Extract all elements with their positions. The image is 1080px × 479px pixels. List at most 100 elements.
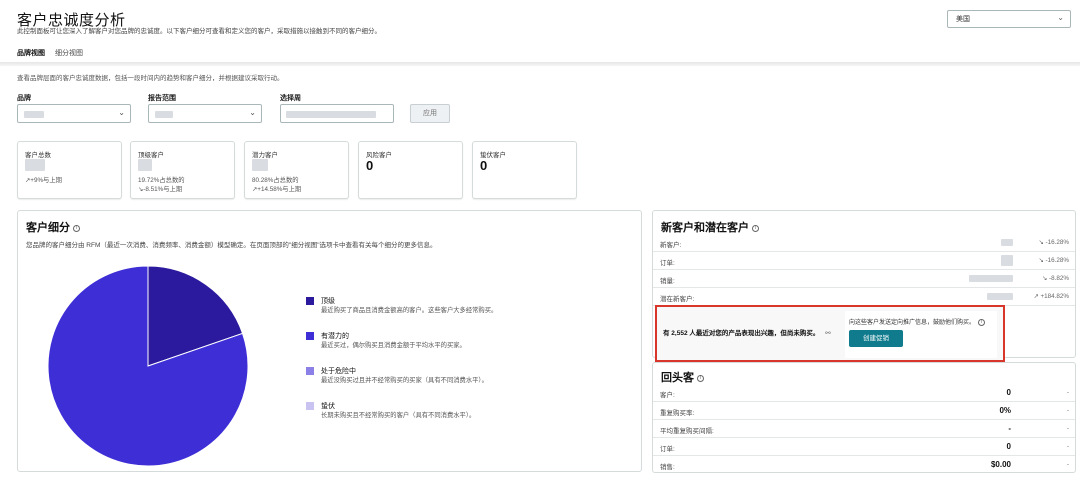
table-row: 销售: $0.00 - [653,456,1075,474]
row-value: - [1008,424,1011,433]
tab-segment-view[interactable]: 细分视图 [55,48,83,63]
info-icon[interactable]: i [697,374,704,382]
row-change: ↘ -8.82% [1042,275,1069,282]
legend-desc: 长期未购买且不经常购买的客户（具有不同消费水平）。 [321,412,476,419]
kpi-share: 19.72%占总数的 [138,177,185,184]
row-label: 新客户: [660,242,682,249]
redacted-value [987,293,1013,300]
kpi-label: 潜力客户 [252,152,278,159]
week-filter-label: 选择周 [280,95,301,102]
potential-customers-callout: 有 2,552 人最近对您的产品表现出兴趣，但尚未购买。 ⚯ 向这些客户发送定向… [655,305,1005,362]
range-filter-label: 报告范围 [148,95,176,102]
legend-desc: 最近没购买过且并不经常购买的买家（具有不同消费水平）。 [321,377,488,384]
kpi-value: 0 [480,158,488,173]
kpi-card-potential-customers: 潜力客户 80.28%占总数的 ↗+14.58%与上期 [244,141,349,199]
legend-desc: 最近买过，偶尔购买且消费金额于平均水平的买家。 [321,342,466,349]
customer-segments-panel: 客户细分 i 您品牌的客户细分由 RFM（最近一次消费、消费频率、消费金额）模型确… [17,210,642,472]
info-icon[interactable]: i [73,224,80,232]
brand-filter-label: 品牌 [17,95,31,102]
chevron-down-icon: ⌄ [249,108,256,117]
table-row: 销量: ↘ -8.82% [653,270,1075,288]
segments-pie-chart [47,265,249,467]
tab-divider [0,62,1080,66]
legend-swatch [306,332,314,340]
table-row: 重复购买率: 0% - [653,402,1075,420]
kpi-card-top-customers: 顶级客户 19.72%占总数的 ↘-8.51%与上期 [130,141,235,199]
legend-swatch [306,367,314,375]
callout-text-content: 有 2,552 人最近对您的产品表现出兴趣，但尚未购买。 [663,330,820,337]
redacted-value [969,275,1013,282]
row-change: ↘ -16.28% [1038,239,1069,246]
row-change: - [1066,389,1069,396]
kpi-value: 0 [366,158,374,173]
segments-title: 客户细分 i [26,219,80,235]
chevron-down-icon: ⌄ [1057,13,1064,22]
row-change: ↘ -16.28% [1038,257,1069,264]
redacted-value [1001,239,1013,246]
kpi-card-total-customers: 客户总数 ↗+9%与上期 [17,141,122,199]
repeat-customers-title: 回头客 i [661,369,704,385]
country-select-value: 美国 [956,16,970,23]
callout-note-text: 向这些客户发送定向推广信息，鼓励他们购买。 [849,320,976,326]
segments-title-text: 客户细分 [26,222,70,234]
kpi-card-at-risk-customers: 风险客户 0 [358,141,463,199]
row-value: 0% [999,406,1011,415]
row-change: - [1066,443,1069,450]
redacted-value [24,111,44,118]
country-select[interactable]: 美国 ⌄ [947,10,1071,28]
segments-description: 您品牌的客户细分由 RFM（最近一次消费、消费频率、消费金额）模型确定。在页面顶… [26,242,437,249]
row-change: - [1066,425,1069,432]
row-label: 潜在新客户: [660,296,695,303]
redacted-value [155,111,173,118]
info-icon[interactable]: i [752,224,759,232]
row-value: 0 [1006,442,1011,451]
repeat-customers-title-text: 回头客 [661,372,694,384]
row-label: 销量: [660,278,675,285]
kpi-share: 80.28%占总数的 [252,177,299,184]
row-value: 0 [1006,388,1011,397]
legend-desc: 最近购买了商品且消费金额高的客户。这些客户大多经常购买。 [321,307,498,314]
redacted-value [252,159,268,171]
table-row: 平均重复购买间隔: - - [653,420,1075,438]
chevron-down-icon: ⌄ [118,108,125,117]
kpi-card-dormant-customers: 蛰伏客户 0 [472,141,577,199]
pie-slices [47,265,249,467]
callout-note: 向这些客户发送定向推广信息，鼓励他们购买。 i [849,317,986,326]
row-label: 订单: [660,260,675,267]
page-subtitle: 此控制面板可让您深入了解客户对您品牌的忠诚度。以下客户细分可查看和定义您的客户，… [17,28,381,35]
info-icon[interactable]: i [978,318,986,326]
redacted-value [25,159,45,171]
brand-filter-select[interactable]: ⌄ [17,104,131,123]
row-label: 销售: [660,464,675,471]
table-row: 新客户: ↘ -16.28% [653,234,1075,252]
kpi-change: ↗+9%与上期 [25,177,62,184]
apply-button[interactable]: 应用 [410,104,450,123]
kpi-label: 客户总数 [25,152,51,159]
row-label: 重复购买率: [660,410,695,417]
redacted-value [138,159,152,171]
create-promotion-button[interactable]: 创建促销 [849,330,903,347]
row-change: - [1066,407,1069,414]
week-filter-input[interactable] [280,104,394,123]
table-row: 客户: 0 - [653,384,1075,402]
row-value: $0.00 [990,460,1011,469]
table-row: 潜在新客户: ↗ +184.82% [653,288,1075,306]
redacted-value [1001,255,1013,266]
legend-swatch [306,297,314,305]
row-label: 客户: [660,392,675,399]
new-customers-title: 新客户和潜在客户 i [661,219,759,235]
row-change: - [1066,461,1069,468]
legend-swatch [306,402,314,410]
new-customers-title-text: 新客户和潜在客户 [661,222,749,234]
table-row: 订单: 0 - [653,438,1075,456]
kpi-change: ↘-8.51%与上期 [138,186,183,193]
kpi-label: 顶级客户 [138,152,164,159]
redacted-value [286,111,376,118]
table-row: 订单: ↘ -16.28% [653,252,1075,270]
row-change: ↗ +184.82% [1033,293,1069,300]
page-description: 查看品牌层面的客户忠诚度数据，包括一段时间内的趋势和客户细分，并根据建议采取行动… [17,75,284,82]
callout-text: 有 2,552 人最近对您的产品表现出兴趣，但尚未购买。 ⚯ [663,327,831,337]
repeat-customers-panel: 回头客 i 客户: 0 - 重复购买率: 0% - 平均重复购买间隔: - - 订… [652,362,1076,473]
range-filter-select[interactable]: ⌄ [148,104,262,123]
row-label: 平均重复购买间隔: [660,428,714,435]
